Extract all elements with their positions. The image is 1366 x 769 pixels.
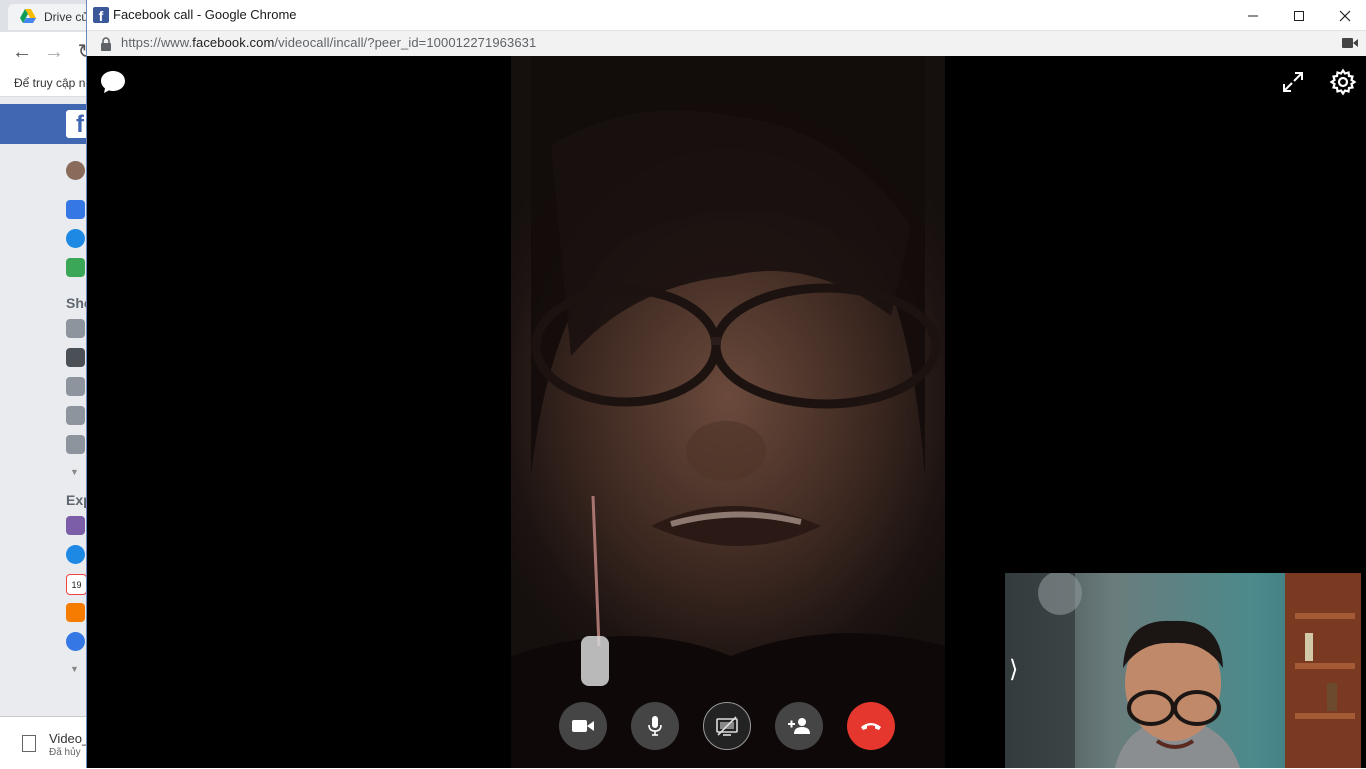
lock-icon[interactable] <box>99 36 113 52</box>
window-title: Facebook call - Google Chrome <box>113 7 297 22</box>
camera-in-use-icon[interactable] <box>1342 37 1358 49</box>
back-arrow-icon[interactable]: ← <box>10 40 34 64</box>
self-video-preview[interactable]: ⟩ <box>1005 573 1361 768</box>
screen-share-off-icon <box>716 716 738 736</box>
self-video-scene <box>1005 573 1361 768</box>
pages-flag-icon[interactable] <box>66 516 85 535</box>
background-tab-title: Drive củ <box>44 10 89 24</box>
remote-participant-video <box>511 56 945 768</box>
collapse-self-view-chevron-icon[interactable]: ⟩ <box>1009 655 1023 685</box>
microphone-icon <box>648 716 662 736</box>
minimize-icon <box>1248 15 1258 17</box>
microphone-button[interactable] <box>631 702 679 750</box>
see-more-chevron-icon[interactable]: ▼ <box>70 467 79 477</box>
remote-participant-face <box>511 56 945 768</box>
group-icon[interactable] <box>66 406 85 425</box>
marketplace-icon[interactable] <box>66 258 85 277</box>
maximize-button[interactable] <box>1276 0 1322 30</box>
events-calendar-icon[interactable]: 19 <box>66 574 87 595</box>
graduation-cap-icon[interactable] <box>66 348 85 367</box>
add-person-icon <box>788 718 810 734</box>
pages-flag-icon[interactable] <box>66 603 85 622</box>
bookmarks-hint: Để truy cập n <box>14 76 86 90</box>
memories-clock-icon[interactable] <box>66 545 85 564</box>
see-more-chevron-icon[interactable]: ▼ <box>70 664 79 674</box>
address-bar[interactable]: https://www.facebook.com/videocall/incal… <box>87 31 1366 56</box>
forward-arrow-icon[interactable]: → <box>42 40 66 64</box>
group-icon[interactable] <box>66 319 85 338</box>
url-text[interactable]: https://www.facebook.com/videocall/incal… <box>121 35 536 50</box>
file-icon <box>22 735 36 752</box>
maximize-icon <box>1294 10 1304 21</box>
video-camera-button[interactable] <box>559 702 607 750</box>
chat-bubble-icon[interactable] <box>99 68 127 96</box>
url-prefix: https://www. <box>121 35 193 50</box>
fullscreen-icon[interactable] <box>1281 70 1305 94</box>
url-path: /videocall/incall/?peer_id=1000122719636… <box>274 35 537 50</box>
download-filename[interactable]: Video_ <box>49 731 89 746</box>
call-stage: ⟩ <box>87 56 1366 768</box>
settings-gear-icon[interactable] <box>1329 68 1357 96</box>
close-icon <box>1339 10 1351 21</box>
window-titlebar[interactable]: f Facebook call - Google Chrome <box>87 0 1366 31</box>
screen-share-button[interactable] <box>703 702 751 750</box>
end-call-button[interactable] <box>847 702 895 750</box>
messenger-icon[interactable] <box>66 229 85 248</box>
minimize-button[interactable] <box>1230 0 1276 30</box>
facebook-favicon-icon: f <box>93 7 109 23</box>
video-camera-icon <box>572 720 594 732</box>
call-controls <box>559 702 899 752</box>
news-feed-icon[interactable] <box>66 200 85 219</box>
profile-avatar-icon[interactable] <box>66 161 85 180</box>
download-status: Đã hủy <box>49 747 81 758</box>
facebook-call-window: f Facebook call - Google Chrome https://… <box>86 0 1366 768</box>
hang-up-icon <box>861 723 881 730</box>
friends-group-icon[interactable] <box>66 632 85 651</box>
close-button[interactable] <box>1322 0 1366 30</box>
group-icon[interactable] <box>66 435 85 454</box>
google-drive-icon <box>20 9 36 23</box>
add-person-button[interactable] <box>775 702 823 750</box>
group-icon[interactable] <box>66 377 85 396</box>
url-domain: facebook.com <box>192 35 275 50</box>
